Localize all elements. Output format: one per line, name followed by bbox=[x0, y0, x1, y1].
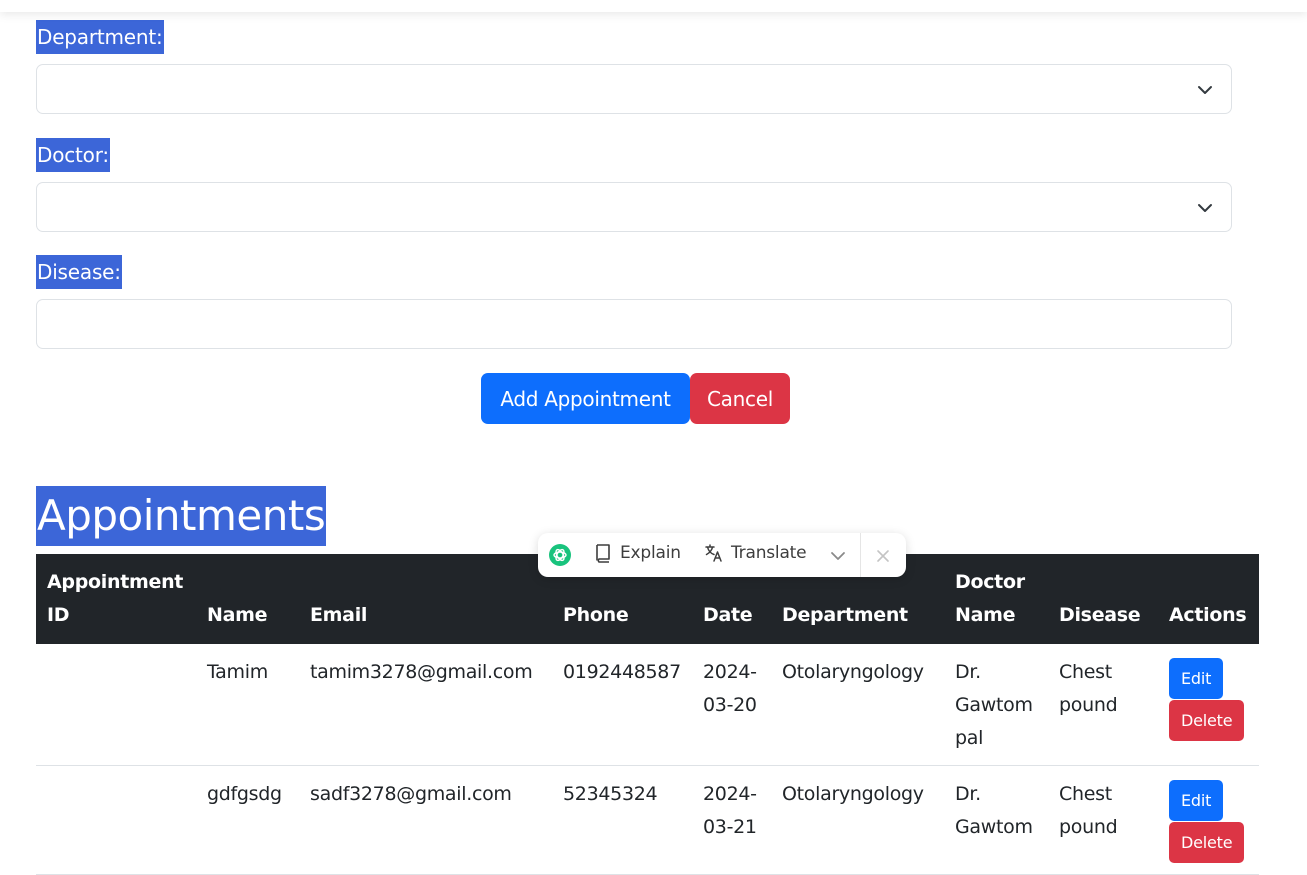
cell-appointment-id bbox=[36, 765, 196, 875]
edit-button[interactable]: Edit bbox=[1169, 658, 1224, 699]
selection-toolbar: Explain Translate bbox=[538, 533, 906, 577]
cell-appointment-id bbox=[36, 644, 196, 766]
top-bar bbox=[0, 0, 1307, 12]
department-select[interactable] bbox=[36, 64, 1232, 114]
cell-phone: 0192448587 bbox=[552, 644, 692, 766]
cell-date: 2024-03-21 bbox=[692, 765, 771, 875]
cell-doctor-name: Dr. Gawtom pal bbox=[944, 644, 1048, 766]
doctor-label: Doctor: bbox=[36, 138, 110, 172]
delete-button[interactable]: Delete bbox=[1169, 822, 1245, 863]
explain-button[interactable]: Explain bbox=[594, 543, 681, 563]
book-icon bbox=[596, 544, 610, 563]
chevron-down-icon bbox=[1198, 86, 1212, 94]
cell-actions: Edit Delete bbox=[1158, 765, 1259, 875]
cell-date: 2024-03-20 bbox=[692, 644, 771, 766]
cell-phone: 52345324 bbox=[552, 765, 692, 875]
explain-label: Explain bbox=[620, 543, 681, 563]
cell-department: Otolaryngology bbox=[771, 765, 944, 875]
column-header-disease: Disease bbox=[1048, 554, 1158, 644]
table-row: gdfgsdg sadf3278@gmail.com 52345324 2024… bbox=[36, 765, 1259, 875]
appointments-table: Appointment ID Name Email Phone Date Dep… bbox=[36, 554, 1259, 875]
add-appointment-button[interactable]: Add Appointment bbox=[481, 373, 690, 424]
disease-input[interactable] bbox=[36, 299, 1232, 349]
chatgpt-icon[interactable] bbox=[549, 544, 571, 566]
delete-button[interactable]: Delete bbox=[1169, 700, 1245, 741]
disease-label: Disease: bbox=[36, 255, 122, 289]
doctor-select[interactable] bbox=[36, 182, 1232, 232]
column-header-doctor-name: Doctor Name bbox=[944, 554, 1048, 644]
page-title: Appointments bbox=[36, 486, 327, 546]
cell-disease: Chest pound bbox=[1048, 765, 1158, 875]
translate-button[interactable]: Translate bbox=[704, 543, 807, 563]
column-header-actions: Actions bbox=[1158, 554, 1259, 644]
column-header-email: Email bbox=[299, 554, 552, 644]
cell-disease: Chest pound bbox=[1048, 644, 1158, 766]
chevron-down-icon bbox=[1198, 204, 1212, 212]
department-label: Department: bbox=[36, 20, 164, 54]
chevron-down-icon[interactable] bbox=[830, 548, 846, 568]
toolbar-divider bbox=[860, 533, 861, 577]
cell-actions: Edit Delete bbox=[1158, 644, 1259, 766]
table-row: Tamim tamim3278@gmail.com 0192448587 202… bbox=[36, 644, 1259, 766]
close-icon[interactable] bbox=[876, 548, 890, 568]
cell-name: gdfgsdg bbox=[196, 765, 299, 875]
cell-email: tamim3278@gmail.com bbox=[299, 644, 552, 766]
cell-department: Otolaryngology bbox=[771, 644, 944, 766]
cell-name: Tamim bbox=[196, 644, 299, 766]
column-header-appointment-id: Appointment ID bbox=[36, 554, 196, 644]
cell-doctor-name: Dr. Gawtom bbox=[944, 765, 1048, 875]
column-header-name: Name bbox=[196, 554, 299, 644]
edit-button[interactable]: Edit bbox=[1169, 780, 1224, 821]
cancel-button[interactable]: Cancel bbox=[690, 373, 790, 424]
translate-label: Translate bbox=[731, 543, 807, 563]
translate-icon bbox=[705, 544, 722, 562]
cell-email: sadf3278@gmail.com bbox=[299, 765, 552, 875]
